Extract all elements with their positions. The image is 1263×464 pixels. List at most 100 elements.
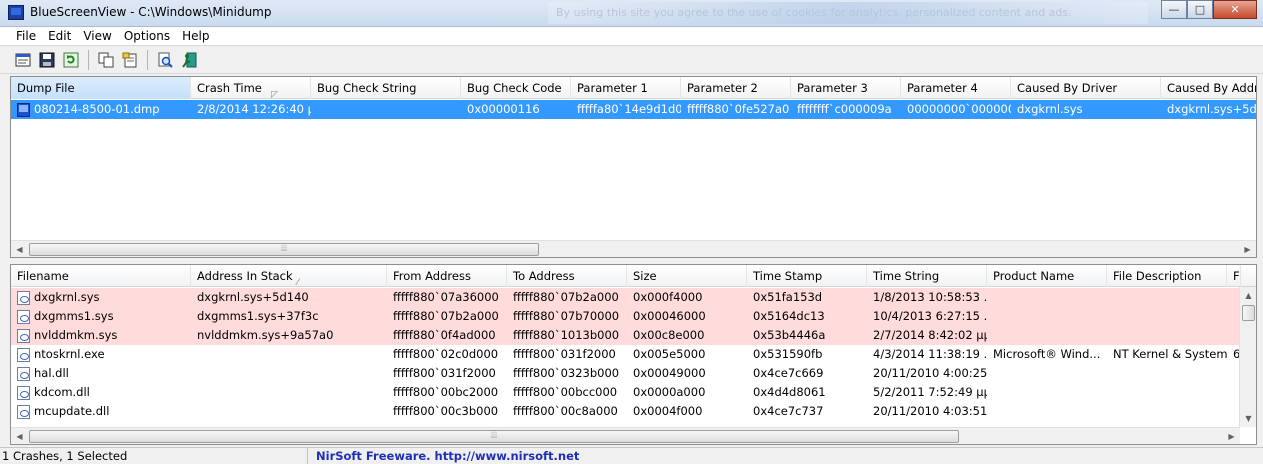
col-caused-by-address[interactable]: Caused By Address [1161, 77, 1256, 99]
menu-options[interactable]: Options [118, 27, 176, 45]
cell-from-address: fffff880`0f4ad000 [393, 328, 496, 342]
cell-product-name: Microsoft® Wind... [993, 347, 1101, 361]
cell-size: 0x00049000 [633, 366, 706, 380]
table-row[interactable]: hal.dll fffff800`031f2000 fffff800`0323b00… [11, 364, 1240, 383]
dump-list-scroll-thumb[interactable]: ⦙⦙⦙ [29, 243, 539, 256]
cell-size: 0x0004f000 [633, 404, 703, 418]
copy-button[interactable] [95, 49, 117, 71]
col-product-name[interactable]: Product Name [987, 265, 1107, 287]
dump-list-pane: Dump File Crash Time ◸ Bug Check String B… [10, 76, 1257, 258]
col-bug-check-code[interactable]: Bug Check Code [461, 77, 571, 99]
menu-edit[interactable]: Edit [42, 27, 77, 45]
cell-time-stamp: 0x51fa153d [753, 290, 823, 304]
col-parameter-4[interactable]: Parameter 4 [901, 77, 1011, 99]
table-row[interactable]: ntoskrnl.exe fffff800`02c0d000 fffff800`03… [11, 345, 1240, 364]
cell-time-stamp: 0x531590fb [753, 347, 823, 361]
cell-caused-by-address: dxgkrnl.sys+5d140 [1167, 102, 1257, 116]
driver-file-name: mcupdate.dll [34, 404, 110, 418]
scroll-right-arrow-icon[interactable]: ▶ [1223, 428, 1240, 444]
exit-button[interactable] [178, 49, 200, 71]
cell-file-description [1107, 364, 1227, 383]
table-row[interactable]: dxgmms1.sys dxgmms1.sys+37f3c fffff880`07b… [11, 307, 1240, 326]
driver-list-vscrollbar[interactable]: ▲ ▼ [1239, 287, 1256, 427]
cell-time-stamp: 0x4ce7c669 [753, 366, 824, 380]
col-time-string[interactable]: Time String [867, 265, 987, 287]
col-crash-time[interactable]: Crash Time ◸ [191, 77, 311, 99]
driver-file-icon [17, 385, 30, 400]
driver-list-vscroll-thumb[interactable] [1242, 305, 1255, 321]
cell-caused-by-driver: dxgkrnl.sys [1017, 102, 1083, 116]
scroll-left-arrow-icon[interactable]: ◀ [11, 428, 28, 444]
driver-list-pane: Filename Address In Stack ⁄ From Address … [10, 264, 1257, 445]
driver-list-scroll-thumb[interactable]: ⦙⦙⦙ [29, 430, 959, 443]
col-time-stamp[interactable]: Time Stamp [747, 265, 867, 287]
col-caused-by-driver[interactable]: Caused By Driver [1011, 77, 1161, 99]
menu-bar: File Edit View Options Help [0, 27, 1263, 46]
menu-view[interactable]: View [77, 27, 117, 45]
col-parameter-2[interactable]: Parameter 2 [681, 77, 791, 99]
table-row[interactable]: mcupdate.dll fffff800`00c3b000 fffff800`00… [11, 402, 1240, 421]
find-button[interactable] [154, 49, 176, 71]
col-filename[interactable]: Filename [11, 265, 191, 287]
minimize-button[interactable]: — [1161, 0, 1187, 19]
cell-time-stamp: 0x53b4446a [753, 328, 826, 342]
col-dump-file[interactable]: Dump File [11, 77, 191, 99]
bluescreenview-app-icon [8, 5, 24, 20]
col-size[interactable]: Size [627, 265, 747, 287]
dump-list-hscrollbar[interactable]: ◀ ⦙⦙⦙ ▶ [11, 240, 1256, 257]
col-parameter-3[interactable]: Parameter 3 [791, 77, 901, 99]
col-parameter-1[interactable]: Parameter 1 [571, 77, 681, 99]
maximize-button[interactable]: □ [1187, 0, 1213, 19]
window-controls: — □ ✕ [1161, 0, 1257, 19]
cell-product-name [987, 326, 1107, 345]
col-from-address[interactable]: From Address [387, 265, 507, 287]
properties-button[interactable] [119, 49, 141, 71]
cell-file-description [1107, 307, 1227, 326]
menu-file[interactable]: File [10, 27, 42, 45]
col-to-address[interactable]: To Address [507, 265, 627, 287]
scroll-right-arrow-icon[interactable]: ▶ [1239, 241, 1256, 257]
scroll-up-arrow-icon[interactable]: ▲ [1240, 287, 1256, 304]
col-file-version[interactable]: F [1227, 265, 1241, 287]
toolbar-separator [88, 49, 89, 70]
col-file-description[interactable]: File Description [1107, 265, 1227, 287]
cell-from-address: fffff800`031f2000 [393, 366, 496, 380]
cell-address-in-stack: dxgkrnl.sys+5d140 [197, 290, 309, 304]
cell-crash-time: 2/8/2014 12:26:40 μμ [197, 102, 311, 116]
table-row[interactable]: kdcom.dll fffff800`00bc2000 fffff800`00bcc… [11, 383, 1240, 402]
cell-filename: kdcom.dll [11, 383, 191, 402]
dump-file-name: 080214-8500-01.dmp [34, 102, 160, 116]
cell-dump-file: 080214-8500-01.dmp [11, 100, 191, 119]
cell-from-address: fffff880`07b2a000 [393, 309, 499, 323]
scroll-left-arrow-icon[interactable]: ◀ [11, 241, 28, 257]
cell-product-name [987, 307, 1107, 326]
nirsoft-link[interactable]: NirSoft Freeware. http://www.nirsoft.net [310, 448, 1250, 464]
col-address-in-stack-label: Address In Stack [197, 269, 293, 283]
driver-file-icon [17, 366, 30, 381]
table-row[interactable]: dxgkrnl.sys dxgkrnl.sys+5d140 fffff880`07a… [11, 288, 1240, 307]
html-report-button[interactable] [12, 49, 34, 71]
cell-to-address: fffff880`07b70000 [513, 309, 620, 323]
close-button[interactable]: ✕ [1213, 0, 1257, 19]
col-address-in-stack[interactable]: Address In Stack ⁄ [191, 265, 387, 287]
cell-to-address: fffff880`07b2a000 [513, 290, 619, 304]
cell-bug-check-code: 0x00000116 [467, 102, 540, 116]
cell-file-description: NT Kernel & System [1113, 347, 1227, 361]
table-row[interactable]: nvlddmkm.sys nvlddmkm.sys+9a57a0 fffff880`… [11, 326, 1240, 345]
table-row[interactable]: 080214-8500-01.dmp 2/8/2014 12:26:40 μμ … [11, 100, 1256, 119]
scroll-down-arrow-icon[interactable]: ▼ [1240, 410, 1256, 427]
cell-parameter-2: fffff880`0fe527a0 [687, 102, 790, 116]
find-icon [158, 52, 173, 68]
save-button[interactable] [36, 49, 58, 71]
status-bar: 1 Crashes, 1 Selected NirSoft Freeware. … [0, 447, 1263, 464]
cell-filename: hal.dll [11, 364, 191, 383]
refresh-button[interactable] [60, 49, 82, 71]
col-bug-check-string[interactable]: Bug Check String [311, 77, 461, 99]
driver-list-rows: dxgkrnl.sys dxgkrnl.sys+5d140 fffff880`07a… [11, 288, 1240, 421]
driver-list-hscrollbar[interactable]: ◀ ⦙⦙⦙ ▶ [11, 427, 1240, 444]
cell-time-stamp: 0x4d4d8061 [753, 385, 826, 399]
cell-address-in-stack [191, 383, 387, 402]
status-crash-count: 1 Crashes, 1 Selected [0, 448, 308, 464]
properties-icon [122, 52, 137, 67]
menu-help[interactable]: Help [176, 27, 215, 45]
